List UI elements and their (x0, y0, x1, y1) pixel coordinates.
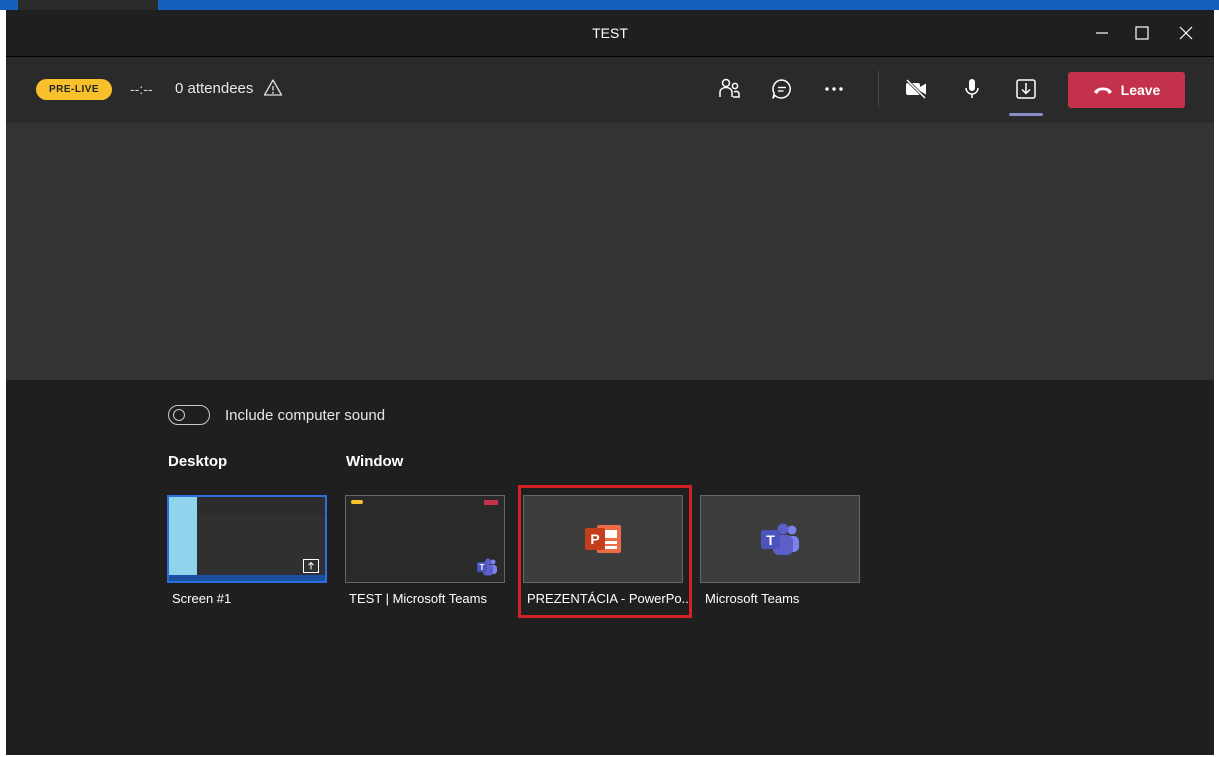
window-heading: Window (346, 453, 404, 470)
people-icon[interactable] (718, 77, 742, 101)
thumbnail-taskbar (169, 575, 325, 581)
microphone-icon[interactable] (960, 77, 984, 101)
thumbnail-badge (351, 500, 363, 504)
teams-window: TEST PRE-LIVE --:-- 0 attendees Leave In… (6, 10, 1214, 755)
share-tile-powerpoint-window[interactable]: P (523, 495, 683, 583)
share-tray: Include computer sound Desktop Window T … (6, 380, 1214, 755)
tile-label: Screen #1 (172, 591, 232, 606)
include-sound-label: Include computer sound (225, 407, 386, 424)
chat-icon[interactable] (770, 77, 794, 101)
status-badge: PRE-LIVE (36, 79, 112, 100)
share-tile-teams-window[interactable]: T (345, 495, 505, 583)
share-screen-icon (303, 559, 319, 573)
include-sound-toggle[interactable] (168, 405, 210, 425)
svg-text:T: T (766, 532, 775, 548)
meeting-stage (6, 123, 1214, 380)
window-title: TEST (592, 25, 628, 41)
camera-off-icon[interactable] (904, 77, 928, 101)
active-indicator (1009, 113, 1043, 116)
svg-text:T: T (480, 563, 485, 572)
thumbnail-leave (484, 500, 498, 505)
svg-text:P: P (590, 531, 599, 547)
meeting-timer: --:-- (130, 81, 153, 97)
more-options-icon[interactable] (822, 77, 846, 101)
tile-label: PREZENTÁCIA - PowerPo... (527, 591, 693, 606)
leave-label: Leave (1120, 82, 1161, 98)
attendee-count: 0 attendees (175, 80, 254, 97)
leave-button[interactable]: Leave (1068, 72, 1185, 108)
desktop-tab (18, 0, 158, 10)
thumbnail-sidebar (169, 497, 197, 581)
meeting-toolbar: PRE-LIVE --:-- 0 attendees Leave (6, 57, 1214, 123)
tile-label: Microsoft Teams (705, 591, 800, 606)
teams-app-icon: T (761, 523, 799, 555)
share-tile-teams-app[interactable]: T (700, 495, 860, 583)
warning-icon[interactable] (263, 78, 283, 98)
thumbnail-toolbar (197, 503, 325, 515)
toggle-knob (173, 409, 185, 421)
tile-label: TEST | Microsoft Teams (349, 591, 487, 606)
desktop-heading: Desktop (168, 453, 228, 470)
teams-app-icon: T (477, 558, 497, 576)
maximize-icon[interactable] (1132, 23, 1152, 43)
share-tile-screen-1[interactable] (167, 495, 327, 583)
title-bar: TEST (6, 10, 1214, 57)
hang-up-icon (1093, 87, 1112, 94)
close-icon[interactable] (1176, 23, 1196, 43)
share-tray-icon[interactable] (1014, 77, 1038, 101)
minimize-icon[interactable] (1092, 23, 1112, 43)
powerpoint-app-icon: P (585, 525, 621, 553)
desktop-taskbar-strip (0, 0, 1219, 10)
toolbar-divider (878, 71, 879, 107)
